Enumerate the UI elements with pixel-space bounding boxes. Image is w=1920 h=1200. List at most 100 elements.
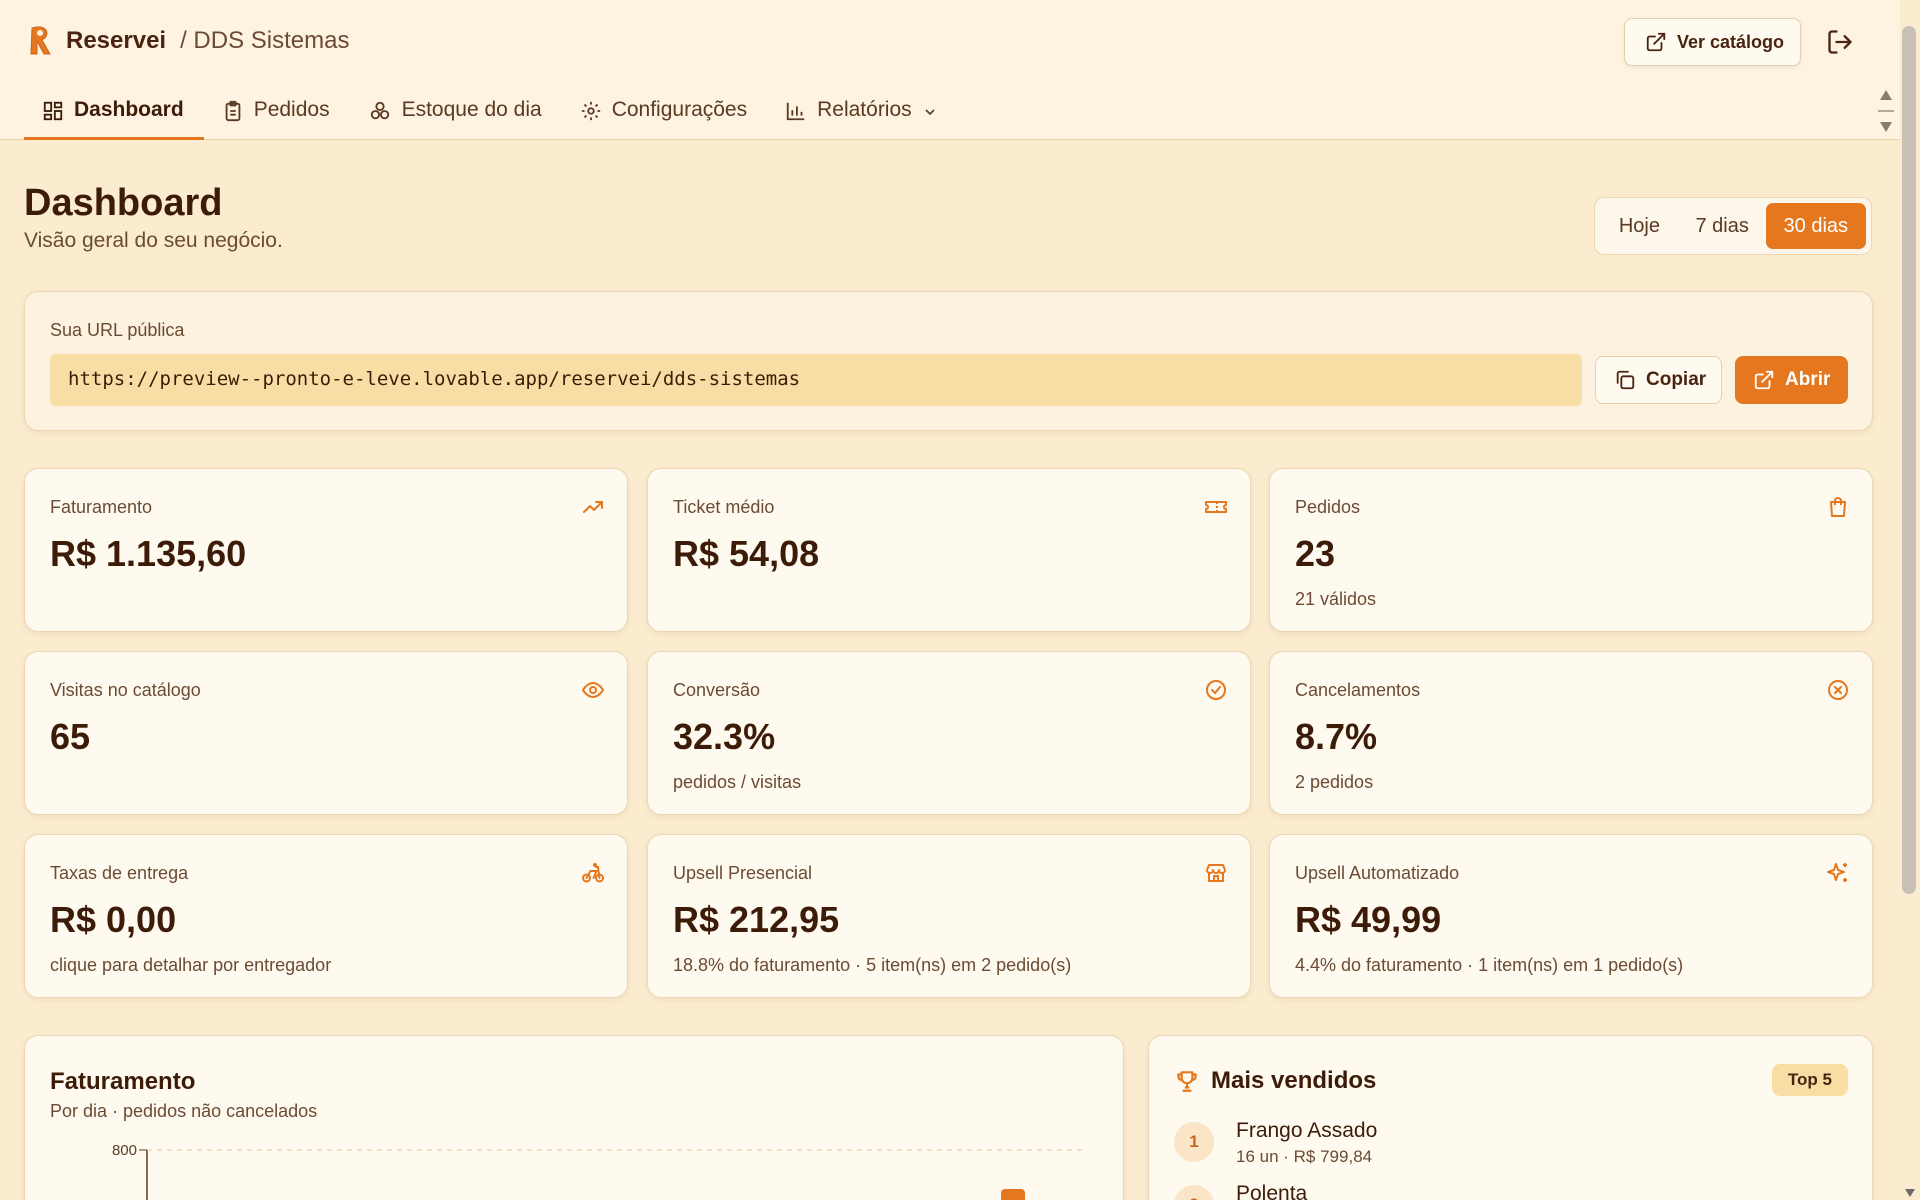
- tab-pedidos-label: Pedidos: [253, 98, 330, 121]
- org-name: / DDS Sistemas: [180, 27, 350, 54]
- rank-number: 2: [1174, 1185, 1214, 1200]
- sparkles-icon: [1827, 863, 1847, 882]
- metric-value: R$ 49,99: [1295, 899, 1442, 940]
- ticket-icon: [1205, 501, 1227, 513]
- tab-estoque[interactable]: Estoque do dia: [350, 88, 562, 140]
- metric-sub: clique para detalhar por entregador: [50, 955, 332, 975]
- tab-relatorios-label: Relatórios: [817, 98, 912, 121]
- top-bar: Reservei / DDS Sistemas Ver catálogo Das…: [0, 0, 1900, 140]
- external-link-icon: [1646, 32, 1666, 52]
- metric-value: 8.7%: [1295, 716, 1378, 757]
- chevron-down-icon: [925, 109, 935, 116]
- trophy-icon: [1177, 1071, 1197, 1092]
- top-5-badge: Top 5: [1771, 1064, 1848, 1096]
- eye-icon: [581, 681, 605, 699]
- view-catalog-button[interactable]: Ver catálogo: [1624, 18, 1801, 66]
- reservei-logo-icon: [30, 26, 51, 55]
- metric-card-upsell-automatizado: Upsell Automatizado R$ 49,99 4.4% do fat…: [1269, 834, 1873, 998]
- metric-value: R$ 1.135,60: [50, 533, 247, 574]
- chart-subtitle: Por dia · pedidos não cancelados: [50, 1101, 318, 1121]
- rank-number: 1: [1174, 1122, 1214, 1162]
- y-tick-label: 800: [112, 1142, 137, 1159]
- metric-value: 23: [1295, 533, 1336, 574]
- product-name: Polenta: [1236, 1182, 1308, 1200]
- tab-pedidos[interactable]: Pedidos: [204, 88, 350, 140]
- gear-icon: [581, 101, 600, 121]
- metric-value: R$ 54,08: [673, 533, 820, 574]
- metric-card-upsell-presencial: Upsell Presencial R$ 212,95 18.8% do fat…: [647, 834, 1251, 998]
- tab-dashboard[interactable]: Dashboard: [24, 88, 204, 140]
- copy-url-button[interactable]: Copiar: [1595, 356, 1722, 404]
- metric-label: Faturamento: [50, 497, 153, 517]
- tab-relatorios[interactable]: Relatórios: [767, 88, 958, 140]
- metric-label: Ticket médio: [673, 497, 775, 517]
- metric-value: R$ 212,95: [673, 899, 840, 940]
- scroll-divider: [1878, 110, 1894, 112]
- public-url-label: Sua URL pública: [50, 320, 185, 340]
- scrollbar-thumb[interactable]: [1902, 26, 1916, 894]
- metric-card-faturamento: Faturamento R$ 1.135,60: [24, 468, 628, 632]
- metric-sub: 21 válidos: [1295, 589, 1377, 609]
- metric-label: Conversão: [673, 680, 761, 700]
- trending-up-icon: [583, 501, 603, 513]
- product-meta: 16 un · R$ 799,84: [1236, 1147, 1373, 1166]
- check-circle-icon: [1206, 680, 1226, 700]
- revenue-chart-card: Faturamento Por dia · pedidos não cancel…: [24, 1035, 1124, 1200]
- bar-chart-icon: [786, 102, 805, 121]
- shopping-bag-icon: [1830, 497, 1846, 517]
- store-icon: [1206, 864, 1226, 882]
- range-30-days-button[interactable]: 30 dias: [1765, 203, 1866, 249]
- metric-value: R$ 0,00: [50, 899, 177, 940]
- metric-card-conversao: Conversão 32.3% pedidos / visitas: [647, 651, 1251, 815]
- public-url-card: Sua URL pública https://preview--pronto-…: [24, 291, 1873, 431]
- chart-bar: [1001, 1189, 1025, 1200]
- external-link-icon: [1754, 370, 1774, 390]
- brand[interactable]: Reservei / DDS Sistemas: [26, 24, 349, 58]
- chart-title: Faturamento: [50, 1068, 196, 1095]
- dashboard-icon: [43, 101, 63, 121]
- metric-sub: pedidos / visitas: [673, 772, 802, 792]
- metric-label: Upsell Presencial: [673, 863, 813, 883]
- product-name: Frango Assado: [1236, 1119, 1378, 1142]
- page-scroll-down-icon[interactable]: [1904, 1188, 1916, 1198]
- open-url-button[interactable]: Abrir: [1735, 356, 1848, 404]
- logout-icon[interactable]: [1826, 28, 1854, 56]
- metric-label: Cancelamentos: [1295, 680, 1421, 700]
- open-url-label: Abrir: [1785, 369, 1831, 390]
- clipboard-icon: [225, 100, 241, 122]
- metric-label: Taxas de entrega: [50, 863, 189, 883]
- page-subtitle: Visão geral do seu negócio.: [24, 229, 283, 252]
- metric-label: Pedidos: [1295, 497, 1361, 517]
- metric-label: Upsell Automatizado: [1295, 863, 1460, 883]
- metric-card-pedidos: Pedidos 23 21 válidos: [1269, 468, 1873, 632]
- metric-card-cancelamentos: Cancelamentos 8.7% 2 pedidos: [1269, 651, 1873, 815]
- tab-dashboard-label: Dashboard: [74, 98, 184, 121]
- scroll-down-arrow-icon[interactable]: [1879, 120, 1893, 134]
- metric-value: 32.3%: [673, 716, 776, 757]
- metric-value: 65: [50, 716, 91, 757]
- range-today-button[interactable]: Hoje: [1600, 203, 1679, 249]
- metric-card-taxas-entrega[interactable]: Taxas de entrega R$ 0,00 clique para det…: [24, 834, 628, 998]
- metric-sub: 4.4% do faturamento · 1 item(ns) em 1 pe…: [1295, 955, 1684, 975]
- bike-icon: [582, 863, 604, 883]
- boxes-icon: [370, 101, 389, 120]
- metric-sub: 18.8% do faturamento · 5 item(ns) em 2 p…: [673, 955, 1072, 975]
- view-catalog-label: Ver catálogo: [1677, 31, 1785, 52]
- metric-card-visitas: Visitas no catálogo 65: [24, 651, 628, 815]
- x-circle-icon: [1828, 680, 1848, 700]
- tab-estoque-label: Estoque do dia: [401, 98, 542, 121]
- range-7-days-button[interactable]: 7 dias: [1683, 203, 1762, 249]
- top-sellers-title: Mais vendidos: [1211, 1067, 1377, 1094]
- app-name: Reservei: [66, 27, 167, 54]
- date-range-selector: Hoje 7 dias 30 dias: [1594, 197, 1872, 255]
- copy-url-label: Copiar: [1646, 369, 1707, 390]
- top-sellers-card: Mais vendidos Top 5 1 Frango Assado 16 u…: [1148, 1035, 1873, 1200]
- tab-configuracoes[interactable]: Configurações: [562, 88, 767, 140]
- tab-configuracoes-label: Configurações: [611, 98, 748, 121]
- public-url-field[interactable]: https://preview--pronto-e-leve.lovable.a…: [50, 354, 1582, 406]
- copy-icon: [1616, 370, 1635, 390]
- page-title: Dashboard: [24, 182, 223, 224]
- scroll-up-arrow-icon[interactable]: [1879, 88, 1893, 102]
- main-nav: Dashboard Pedidos Estoque do dia Configu…: [24, 88, 958, 140]
- revenue-chart: 800: [112, 1142, 1087, 1200]
